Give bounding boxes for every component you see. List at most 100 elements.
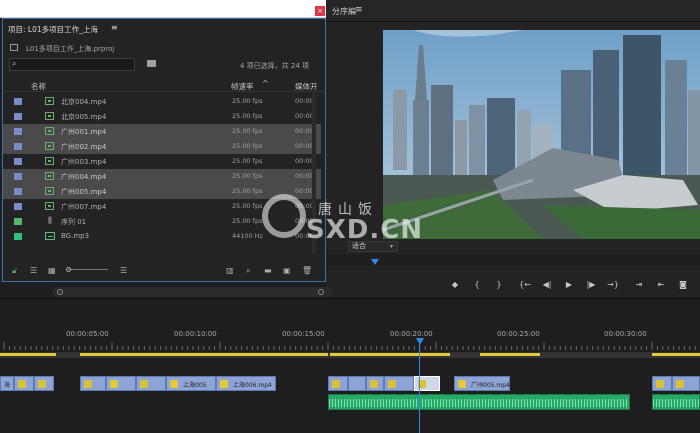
watermark-url: SXD.CN — [306, 215, 424, 245]
render-bar — [330, 353, 450, 356]
label-color-chip[interactable] — [14, 173, 22, 180]
timeline-playhead[interactable] — [416, 338, 424, 345]
export-frame-button[interactable]: ◙ — [676, 280, 690, 289]
video-file-icon — [45, 112, 54, 120]
column-media-start[interactable]: 媒体开 — [295, 81, 318, 92]
lock-icon[interactable]: 🔓︎ — [12, 266, 17, 276]
project-list-item[interactable]: 广州003.mp4 25.00 fps 00:00: — [3, 154, 321, 169]
label-color-chip[interactable] — [14, 233, 22, 240]
scroll-handle-right[interactable] — [318, 289, 324, 295]
item-frame-rate: 25.00 fps — [232, 217, 263, 225]
mark-in-button[interactable]: { — [470, 280, 484, 289]
timecode-label: 00:00:25:00 — [497, 330, 540, 338]
item-name: BG.mp3 — [61, 232, 90, 240]
new-bin-icon[interactable] — [147, 60, 156, 67]
label-color-chip[interactable] — [14, 203, 22, 210]
timecode-label: 00:00:10:00 — [174, 330, 217, 338]
audio-file-icon — [45, 232, 55, 240]
project-tab-label[interactable]: 项目: L01多项目工作_上海 — [8, 24, 98, 35]
new-bin-icon[interactable]: ▬ — [264, 266, 272, 275]
column-frame-rate[interactable]: 帧速率 — [231, 81, 254, 92]
monitor-menu-icon[interactable]: ≡ — [355, 5, 363, 15]
insert-button[interactable]: ⇥ — [632, 280, 646, 289]
label-color-chip[interactable] — [14, 128, 22, 135]
item-name: 广州004.mp4 — [61, 173, 107, 181]
item-frame-rate: 25.00 fps — [232, 97, 263, 105]
video-clip[interactable] — [348, 376, 366, 391]
video-preview — [383, 30, 700, 239]
video-clip[interactable] — [80, 376, 106, 391]
ruler-ticks — [3, 342, 696, 350]
automate-icon[interactable]: ▥ — [226, 266, 234, 275]
project-list-item[interactable]: 北京005.mp4 25.00 fps 00:00: — [3, 109, 321, 124]
delete-icon[interactable]: 🗑︎ — [302, 266, 312, 275]
timecode-label: 00:00:15:00 — [282, 330, 325, 338]
search-icon: ⌕ — [12, 59, 17, 68]
go-to-out-button[interactable]: →} — [606, 280, 620, 289]
video-clip[interactable] — [652, 376, 672, 391]
label-color-chip[interactable] — [14, 218, 22, 225]
project-list-item[interactable]: 广州004.mp4 25.00 fps 00:00: — [3, 169, 321, 184]
monitor-tab-bar — [326, 0, 700, 22]
label-color-chip[interactable] — [14, 98, 22, 105]
monitor-playhead[interactable] — [371, 259, 379, 265]
video-clip[interactable] — [136, 376, 166, 391]
project-list-item[interactable]: 广州002.mp4 25.00 fps 00:00: — [3, 139, 321, 154]
item-name: 北京005.mp4 — [61, 113, 107, 121]
zoom-slider-handle[interactable] — [66, 267, 71, 272]
video-clip[interactable]: 广州005.mp4 — [454, 376, 510, 391]
monitor-tab-label[interactable]: 分序編 — [332, 6, 356, 17]
label-color-chip[interactable] — [14, 143, 22, 150]
go-to-in-button[interactable]: {← — [518, 280, 532, 289]
video-clip[interactable]: 海 — [0, 376, 14, 391]
sequence-icon: ⫼ — [48, 216, 52, 225]
item-name: 广州005.mp4 — [61, 188, 107, 196]
column-name[interactable]: 名称 — [31, 81, 46, 92]
add-marker-button[interactable]: ◆ — [448, 280, 462, 289]
project-file-icon — [10, 44, 18, 51]
video-clip[interactable] — [672, 376, 700, 391]
item-name: 广州003.mp4 — [61, 158, 107, 166]
audio-clip[interactable] — [652, 394, 700, 410]
item-frame-rate: 25.00 fps — [232, 172, 263, 180]
video-clip[interactable] — [106, 376, 136, 391]
timecode-label: 00:00:05:00 — [66, 330, 109, 338]
play-button[interactable]: ▶ — [562, 280, 576, 289]
item-name: 广州001.mp4 — [61, 128, 107, 136]
timeline-scrollbar[interactable] — [52, 287, 332, 297]
item-frame-rate: 25.00 fps — [232, 142, 263, 150]
project-list-item[interactable]: 北京004.mp4 25.00 fps 00:00: — [3, 94, 321, 109]
label-color-chip[interactable] — [14, 113, 22, 120]
sort-icon[interactable]: ☰ — [120, 266, 127, 275]
close-button[interactable]: × — [315, 6, 325, 16]
new-item-icon[interactable]: ▣ — [283, 266, 291, 275]
search-input[interactable] — [9, 58, 135, 71]
monitor-ruler[interactable] — [326, 254, 700, 266]
video-clip[interactable]: 上海006.mp4 — [216, 376, 276, 391]
item-name: 序列 01 — [61, 218, 87, 226]
overwrite-button[interactable]: ⇤ — [654, 280, 668, 289]
audio-clip[interactable] — [328, 394, 630, 410]
list-view-icon[interactable]: ☰ — [30, 266, 37, 275]
find-icon[interactable]: ⌕ — [246, 266, 250, 276]
step-back-button[interactable]: ◀| — [540, 280, 554, 289]
zoom-slider[interactable] — [68, 269, 108, 270]
project-menu-icon[interactable]: ≡ — [111, 23, 118, 32]
video-clip[interactable] — [384, 376, 414, 391]
video-clip[interactable] — [328, 376, 348, 391]
video-clip[interactable] — [14, 376, 34, 391]
window-title-bar — [0, 0, 326, 18]
label-color-chip[interactable] — [14, 188, 22, 195]
video-clip-selected[interactable] — [414, 376, 440, 391]
video-file-icon — [45, 142, 54, 150]
project-list-item[interactable]: 广州001.mp4 25.00 fps 00:00: — [3, 124, 321, 139]
label-color-chip[interactable] — [14, 158, 22, 165]
step-forward-button[interactable]: |▶ — [584, 280, 598, 289]
icon-view-icon[interactable]: ▦ — [48, 266, 56, 275]
video-clip[interactable] — [366, 376, 384, 391]
selection-count: 4 项已选择，共 24 项 — [240, 62, 310, 70]
video-clip[interactable] — [34, 376, 54, 391]
mark-out-button[interactable]: } — [492, 280, 506, 289]
video-clip[interactable]: 上海005 — [166, 376, 216, 391]
scroll-handle-left[interactable] — [57, 289, 63, 295]
